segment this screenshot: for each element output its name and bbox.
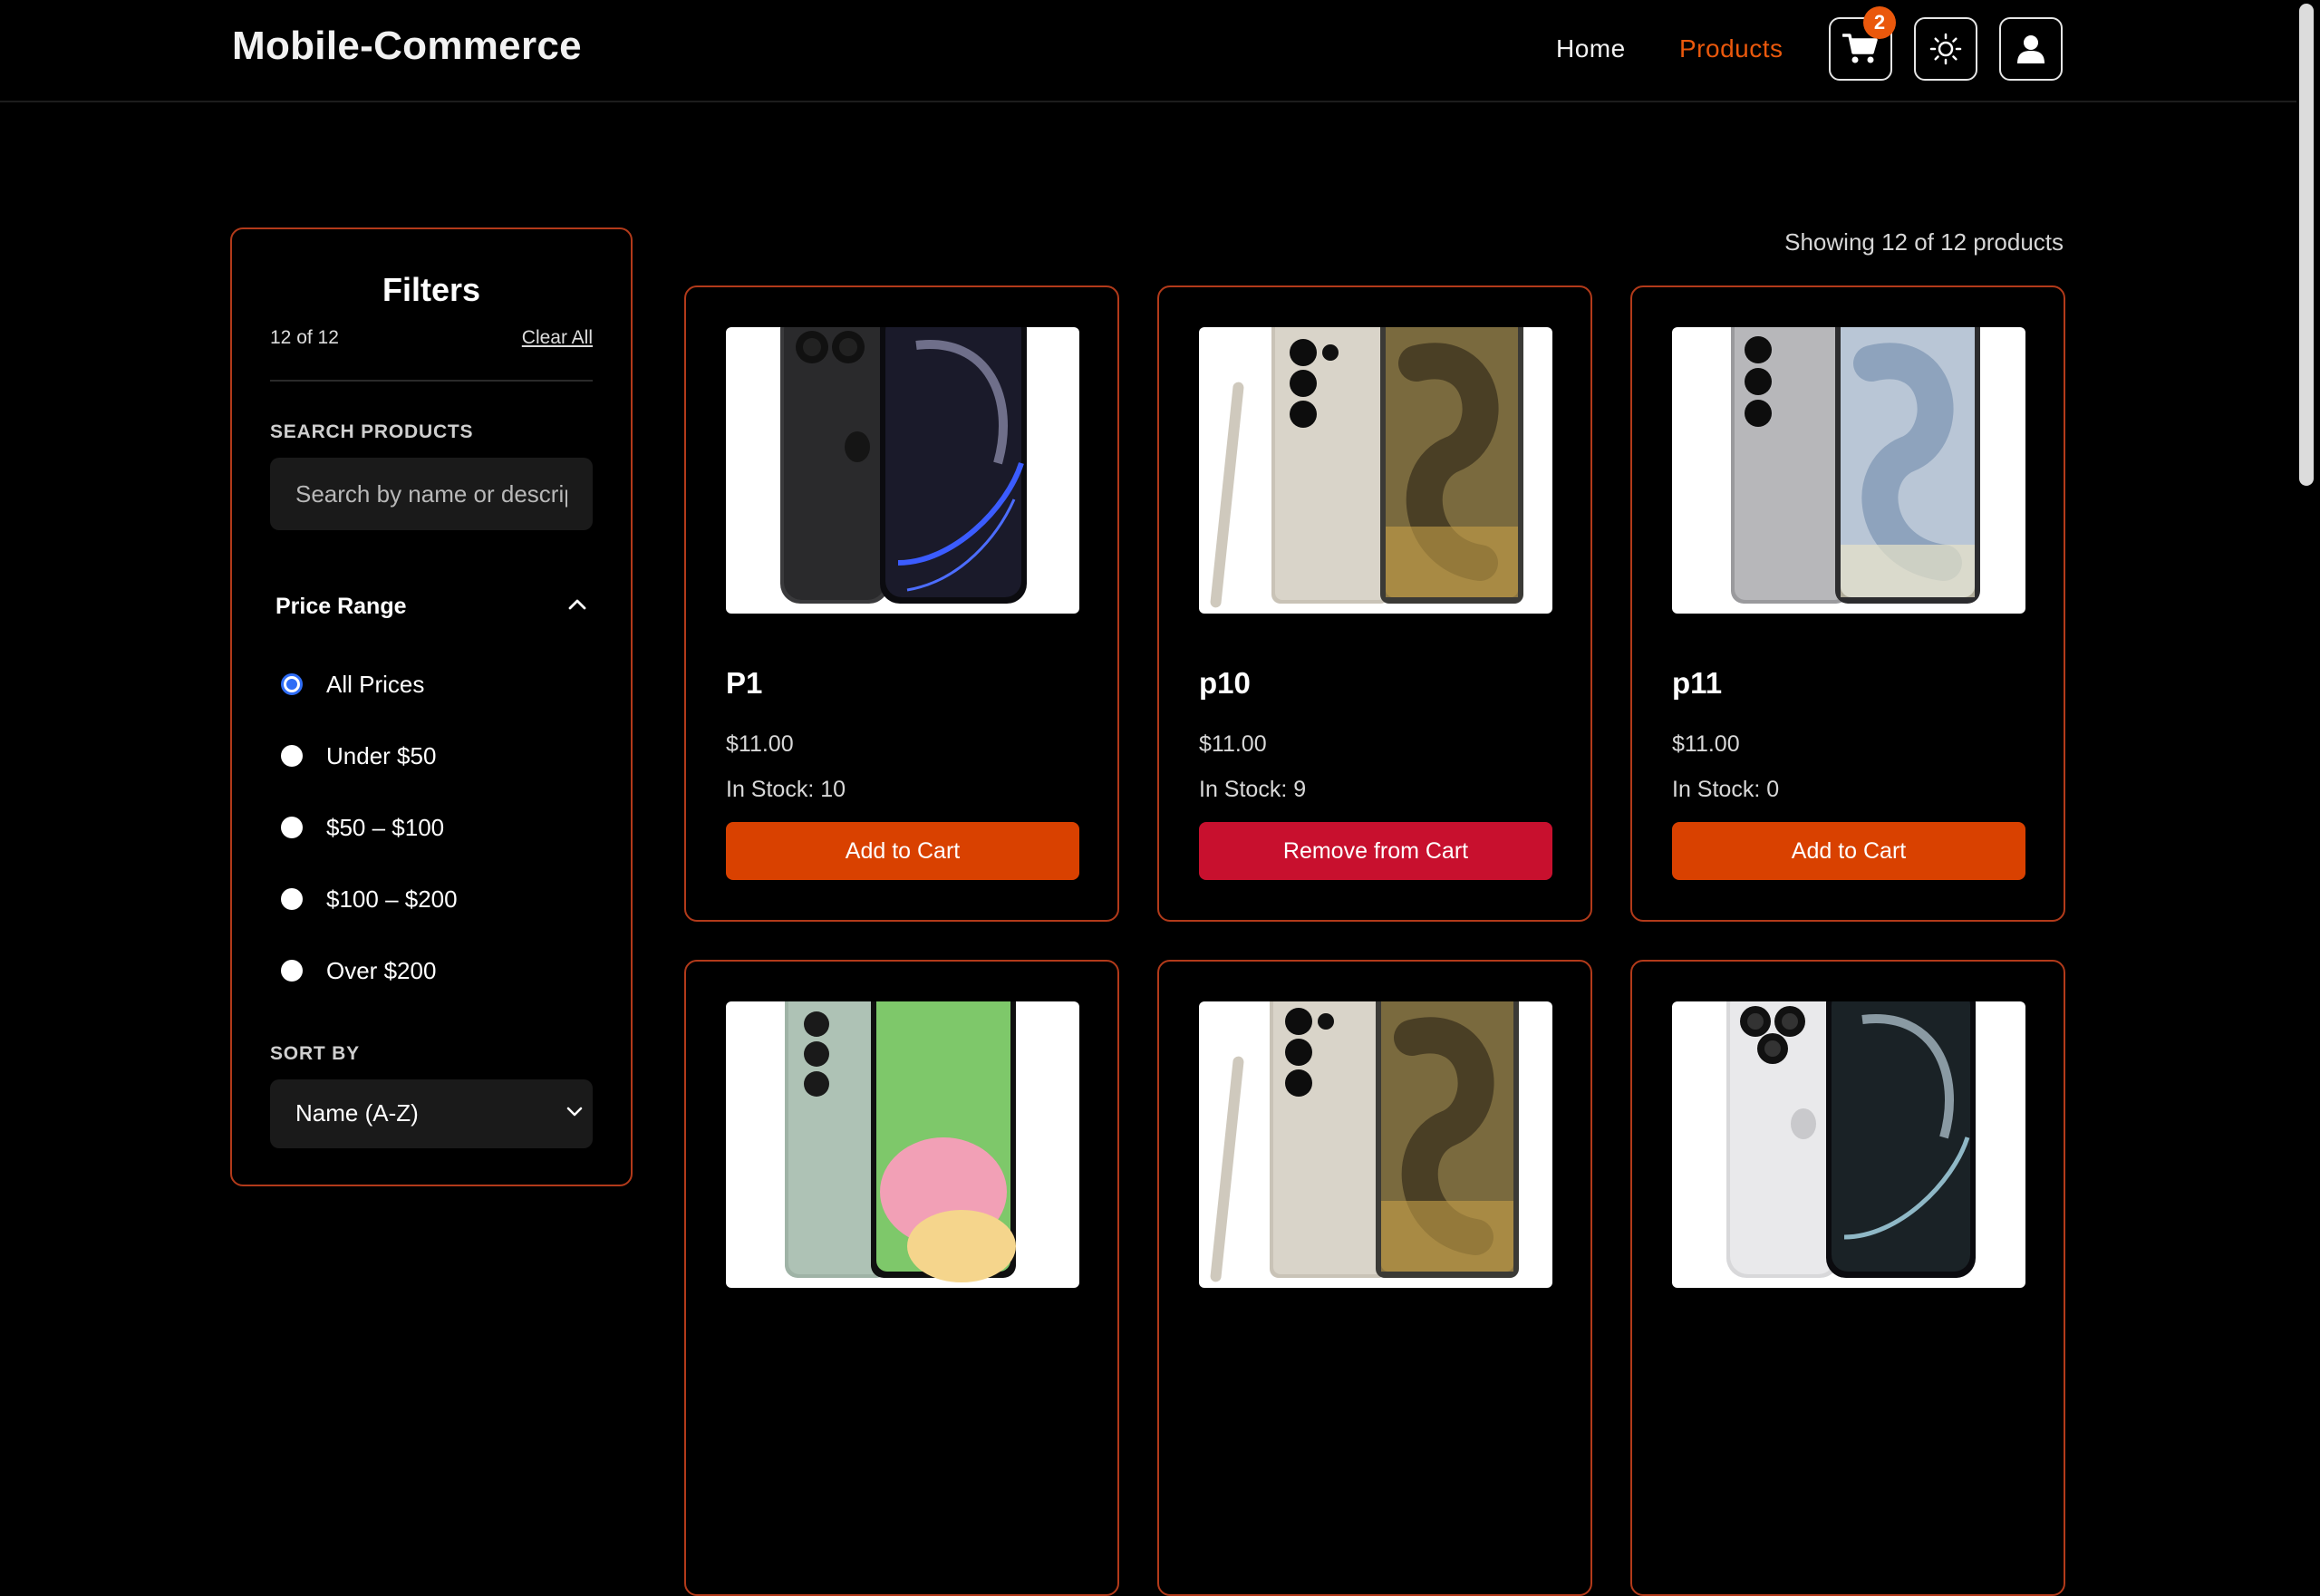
product-price: $11.00 (726, 731, 794, 757)
phone-image-galaxy-mint (785, 1001, 1016, 1282)
price-range-toggle[interactable]: Price Range (276, 590, 593, 626)
brand-logo[interactable]: Mobile-Commerce (232, 24, 582, 69)
chevron-down-icon (566, 1107, 583, 1117)
product-card[interactable]: p11 $11.00 In Stock: 0 Add to Cart (1630, 285, 2065, 922)
radio-button[interactable] (281, 960, 303, 982)
phone-image-iphone-dark (780, 327, 1027, 604)
add-to-cart-button[interactable]: Add to Cart (726, 822, 1079, 880)
product-image[interactable] (1199, 327, 1552, 614)
phone-image-iphone-white (1726, 1001, 1976, 1278)
product-image[interactable] (726, 327, 1079, 614)
user-account-button[interactable] (1999, 17, 2063, 81)
phone-image-galaxy-ultra (1210, 327, 1523, 608)
product-card[interactable]: p10 $11.00 In Stock: 9 Remove from Cart (1157, 285, 1592, 922)
nav-products-link[interactable]: Products (1679, 34, 1784, 63)
product-name[interactable]: p10 (1199, 666, 1251, 701)
price-option-label: Under $50 (326, 741, 437, 769)
phone-image-galaxy-silver (1731, 327, 1980, 604)
search-products-label: SEARCH PRODUCTS (270, 421, 474, 442)
price-option-over-200[interactable]: Over $200 (281, 951, 436, 991)
sun-icon (1929, 33, 1962, 65)
nav-home-link[interactable]: Home (1556, 34, 1626, 63)
filters-divider (270, 380, 593, 382)
theme-toggle-button[interactable] (1914, 17, 1977, 81)
price-option-50-100[interactable]: $50 – $100 (281, 808, 444, 847)
cart-count-badge: 2 (1863, 6, 1896, 39)
product-stock: In Stock: 10 (726, 777, 846, 802)
price-option-all[interactable]: All Prices (281, 664, 424, 704)
product-image[interactable] (1672, 1001, 2025, 1288)
cart-button[interactable]: 2 (1829, 6, 1896, 81)
product-image[interactable] (1199, 1001, 1552, 1288)
chevron-up-icon (568, 599, 586, 610)
product-name[interactable]: p11 (1672, 666, 1722, 701)
product-card[interactable] (684, 960, 1119, 1596)
price-option-label: $100 – $200 (326, 885, 458, 913)
price-option-label: All Prices (326, 670, 425, 698)
remove-from-cart-button[interactable]: Remove from Cart (1199, 822, 1552, 880)
user-icon (2017, 35, 2044, 63)
radio-button[interactable] (281, 673, 303, 695)
sort-by-label: SORT BY (270, 1043, 360, 1064)
product-card[interactable]: P1 $11.00 In Stock: 10 Add to Cart (684, 285, 1119, 922)
filters-title: Filters (382, 271, 481, 308)
price-option-under-50[interactable]: Under $50 (281, 736, 436, 776)
add-to-cart-button[interactable]: Add to Cart (1672, 822, 2025, 880)
product-image[interactable] (726, 1001, 1079, 1288)
product-card[interactable] (1157, 960, 1592, 1596)
price-option-label: $50 – $100 (326, 813, 445, 841)
results-summary: Showing 12 of 12 products (1784, 228, 2064, 256)
sort-selected-value: Name (A-Z) (295, 1099, 419, 1127)
price-option-100-200[interactable]: $100 – $200 (281, 879, 458, 919)
sort-select[interactable]: Name (A-Z) (270, 1079, 593, 1148)
product-stock: In Stock: 9 (1199, 777, 1307, 802)
product-image[interactable] (1672, 327, 2025, 614)
radio-button[interactable] (281, 745, 303, 767)
filters-panel: Filters 12 of 12 Clear All SEARCH PRODUC… (230, 227, 633, 1186)
phone-image-galaxy-ultra (1210, 1001, 1519, 1282)
radio-button[interactable] (281, 888, 303, 910)
product-stock: In Stock: 0 (1672, 777, 1780, 802)
product-name[interactable]: P1 (726, 666, 762, 701)
clear-all-link[interactable]: Clear All (522, 327, 593, 349)
product-price: $11.00 (1672, 731, 1740, 757)
top-navbar: Mobile-Commerce Home Products 2 (0, 0, 2296, 102)
product-card[interactable] (1630, 960, 2065, 1596)
radio-button[interactable] (281, 817, 303, 838)
search-input[interactable] (270, 458, 593, 530)
price-option-label: Over $200 (326, 956, 437, 984)
price-range-title: Price Range (276, 594, 407, 619)
product-price: $11.00 (1199, 731, 1267, 757)
scrollbar-thumb[interactable] (2299, 4, 2314, 486)
filters-result-count: 12 of 12 (270, 327, 339, 348)
